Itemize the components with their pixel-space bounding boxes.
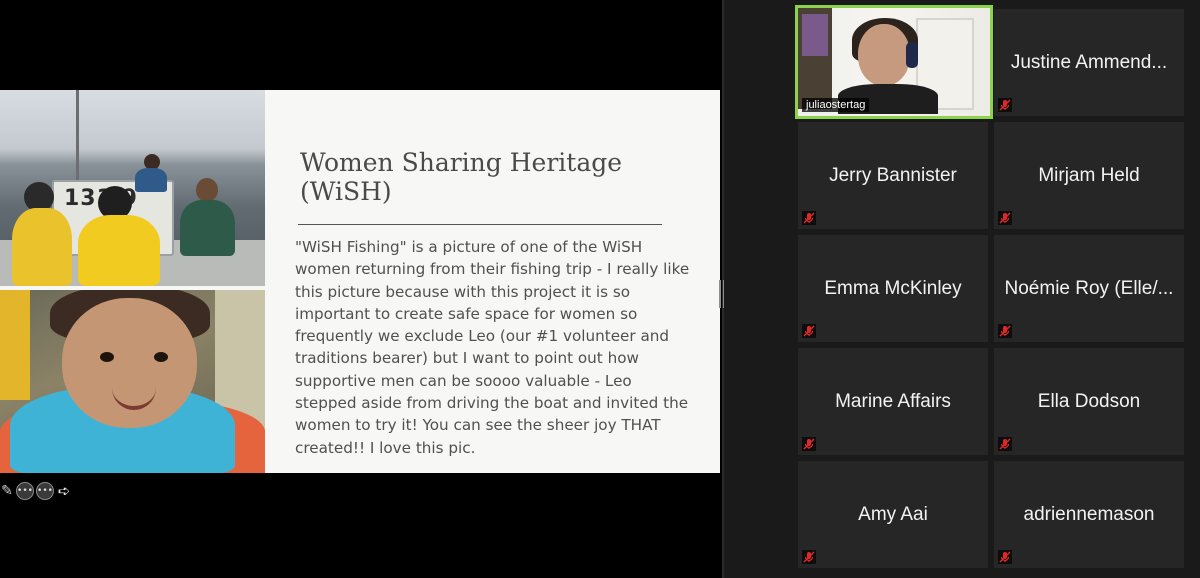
participant-tile[interactable]: Noémie Roy (Elle/... <box>994 235 1184 342</box>
participant-name: Amy Aai <box>858 503 928 525</box>
title-divider <box>298 224 662 225</box>
muted-mic-icon <box>998 550 1012 564</box>
more-icon[interactable]: ••• <box>16 482 34 500</box>
muted-mic-icon <box>998 324 1012 338</box>
presentation-slide: 131 9 Women Sharing Heritage (WiSH) "WiS… <box>0 90 720 473</box>
boat-crew-photo: 131 9 <box>0 90 265 286</box>
participant-tile[interactable]: Mirjam Held <box>994 122 1184 229</box>
participant-tile[interactable]: Jerry Bannister <box>798 122 988 229</box>
pointer-icon[interactable]: ➪ <box>56 482 72 500</box>
muted-mic-icon <box>802 211 816 225</box>
participant-name: Marine Affairs <box>835 390 951 412</box>
active-speaker-tile[interactable]: juliaostertag <box>795 5 993 119</box>
muted-mic-icon <box>802 324 816 338</box>
participant-name: adriennemason <box>1023 503 1155 525</box>
pen-icon[interactable]: ✎ <box>0 483 14 499</box>
muted-mic-icon <box>998 98 1012 112</box>
participant-tile[interactable]: Emma McKinley <box>798 235 988 342</box>
muted-mic-icon <box>802 437 816 451</box>
muted-mic-icon <box>802 550 816 564</box>
shared-screen: 131 9 Women Sharing Heritage (WiSH) "WiS… <box>0 0 722 578</box>
participant-name: Noémie Roy (Elle/... <box>1004 277 1174 299</box>
participant-name: Jerry Bannister <box>829 164 957 186</box>
participant-gallery: juliaostertag Justine Ammend... Jerry Ba… <box>724 0 1200 578</box>
participant-name: Ella Dodson <box>1037 390 1141 412</box>
headphones-icon <box>906 42 918 68</box>
participant-name: Emma McKinley <box>824 277 962 299</box>
muted-mic-icon <box>998 211 1012 225</box>
muted-mic-icon <box>998 437 1012 451</box>
participant-name: Mirjam Held <box>1038 164 1140 186</box>
participant-tile[interactable]: Justine Ammend... <box>994 9 1184 116</box>
more-icon[interactable]: ••• <box>36 482 54 500</box>
participant-name: Justine Ammend... <box>1010 51 1168 73</box>
speaker-name-label: juliaostertag <box>802 98 870 112</box>
participant-tile[interactable]: Marine Affairs <box>798 348 988 455</box>
participant-tile[interactable]: adriennemason <box>994 461 1184 568</box>
smiling-child-photo <box>0 290 265 473</box>
slide-body-text: "WiSH Fishing" is a picture of one of th… <box>295 238 690 457</box>
annotation-toolbar: ✎ ••• ••• ➪ <box>0 480 72 502</box>
slide-title: Women Sharing Heritage (WiSH) <box>300 148 623 206</box>
participant-tile[interactable]: Amy Aai <box>798 461 988 568</box>
participant-tile[interactable]: Ella Dodson <box>994 348 1184 455</box>
